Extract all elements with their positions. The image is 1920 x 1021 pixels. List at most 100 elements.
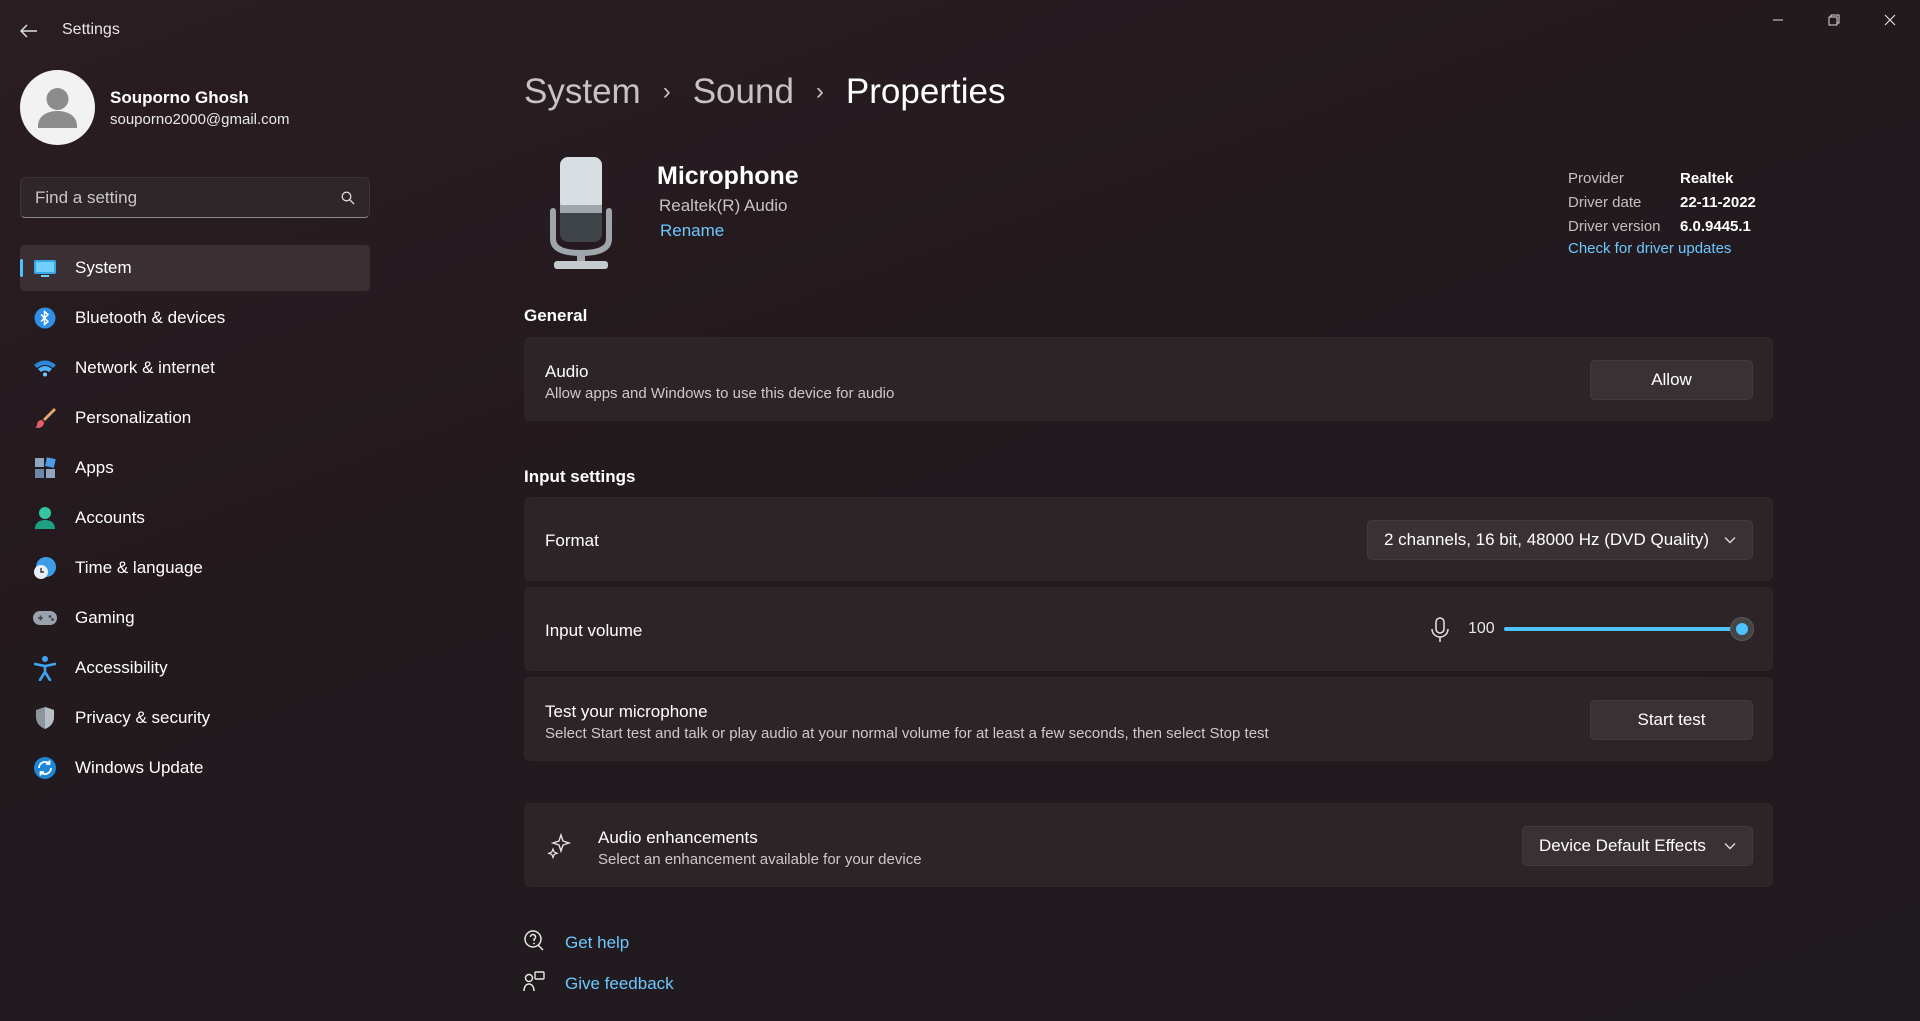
microphone-device-icon	[540, 153, 622, 271]
avatar[interactable]	[20, 70, 95, 145]
close-icon	[1884, 14, 1896, 26]
sidebar-item-windows-update[interactable]: Windows Update	[20, 745, 370, 791]
sparkle-icon	[547, 832, 573, 864]
input-volume-slider-track[interactable]	[1504, 627, 1742, 631]
input-volume-slider-thumb[interactable]	[1730, 617, 1754, 641]
format-card: Format 2 channels, 16 bit, 48000 Hz (DVD…	[524, 497, 1773, 581]
accounts-icon	[32, 505, 58, 531]
audio-description: Allow apps and Windows to use this devic…	[545, 385, 895, 402]
section-title-input-settings: Input settings	[524, 467, 636, 486]
sidebar-item-accessibility[interactable]: Accessibility	[20, 645, 370, 691]
accessibility-icon	[32, 655, 58, 681]
info-key: Driver date	[1568, 193, 1642, 211]
sidebar-item-privacy-security[interactable]: Privacy & security	[20, 695, 370, 741]
input-volume-value: 100	[1468, 620, 1495, 637]
rename-link[interactable]: Rename	[660, 221, 724, 241]
device-name: Microphone	[657, 162, 799, 190]
sidebar-item-label: Gaming	[75, 608, 135, 627]
breadcrumb: System › Sound › Properties	[524, 72, 1005, 112]
back-arrow-icon	[20, 24, 37, 38]
sidebar-item-apps[interactable]: Apps	[20, 445, 370, 491]
give-feedback-link[interactable]: Give feedback	[565, 974, 674, 994]
audio-enhancements-title: Audio enhancements	[598, 828, 758, 847]
format-label: Format	[545, 531, 599, 550]
sidebar-item-system[interactable]: System	[20, 245, 370, 291]
info-value: 22-11-2022	[1680, 193, 1756, 211]
breadcrumb-separator: ›	[815, 78, 824, 105]
sidebar-item-bluetooth[interactable]: Bluetooth & devices	[20, 295, 370, 341]
gamepad-icon	[32, 605, 58, 631]
get-help-icon	[523, 929, 545, 956]
apps-icon	[32, 455, 58, 481]
brush-icon	[32, 405, 58, 431]
chevron-down-icon	[1724, 537, 1736, 544]
format-value: 2 channels, 16 bit, 48000 Hz (DVD Qualit…	[1384, 530, 1710, 549]
bluetooth-icon	[32, 305, 58, 331]
info-row-provider: Provider Realtek	[1568, 166, 1756, 190]
search-box[interactable]	[20, 177, 370, 218]
start-test-button[interactable]: Start test	[1590, 700, 1753, 740]
input-volume-label: Input volume	[545, 621, 643, 640]
search-icon[interactable]	[341, 191, 355, 205]
info-key: Provider	[1568, 169, 1624, 187]
sidebar-item-label: System	[75, 258, 132, 277]
search-input[interactable]	[35, 187, 341, 208]
sidebar-item-accounts[interactable]: Accounts	[20, 495, 370, 541]
sidebar-item-label: Accessibility	[75, 658, 168, 677]
sidebar-item-personalization[interactable]: Personalization	[20, 395, 370, 441]
sidebar-item-label: Windows Update	[75, 758, 204, 777]
info-key: Driver version	[1568, 217, 1661, 235]
chevron-down-icon	[1724, 843, 1736, 850]
format-dropdown[interactable]: 2 channels, 16 bit, 48000 Hz (DVD Qualit…	[1367, 520, 1753, 560]
microphone-icon[interactable]	[1430, 617, 1450, 648]
sidebar-item-label: Personalization	[75, 408, 192, 427]
audio-card: Audio Allow apps and Windows to use this…	[524, 337, 1773, 421]
app-title: Settings	[62, 21, 120, 38]
breadcrumb-sound[interactable]: Sound	[693, 72, 794, 112]
section-title-general: General	[524, 306, 588, 325]
sidebar-item-label: Time & language	[75, 558, 203, 577]
back-button[interactable]	[14, 16, 44, 46]
breadcrumb-separator: ›	[662, 78, 671, 105]
audio-enhancements-card: Audio enhancements Select an enhancement…	[524, 803, 1773, 887]
sidebar-item-label: Privacy & security	[75, 708, 211, 727]
sidebar-item-gaming[interactable]: Gaming	[20, 595, 370, 641]
sidebar-item-time-language[interactable]: Time & language	[20, 545, 370, 591]
test-microphone-card: Test your microphone Select Start test a…	[524, 677, 1773, 761]
feedback-icon	[523, 971, 545, 998]
shield-icon	[32, 705, 58, 731]
audio-enhancements-description: Select an enhancement available for your…	[598, 851, 922, 868]
sidebar-item-network[interactable]: Network & internet	[20, 345, 370, 391]
user-avatar-icon	[38, 88, 77, 128]
audio-title: Audio	[545, 362, 589, 381]
restore-button[interactable]	[1806, 0, 1862, 40]
device-subtitle: Realtek(R) Audio	[659, 196, 788, 215]
audio-enhancements-value: Device Default Effects	[1539, 836, 1706, 855]
wifi-icon	[32, 355, 58, 381]
info-row-driver-date: Driver date 22-11-2022	[1568, 190, 1756, 214]
system-icon	[32, 255, 58, 281]
info-value: Realtek	[1680, 169, 1734, 187]
page-title: Properties	[845, 72, 1006, 111]
sidebar-item-label: Apps	[75, 458, 114, 477]
user-name: Souporno Ghosh	[110, 88, 249, 107]
sidebar-item-label: Network & internet	[75, 358, 215, 377]
minimize-icon	[1773, 19, 1783, 21]
restore-icon	[1828, 14, 1840, 26]
audio-enhancements-dropdown[interactable]: Device Default Effects	[1522, 826, 1753, 866]
sidebar-item-label: Bluetooth & devices	[75, 308, 226, 327]
check-driver-updates-link[interactable]: Check for driver updates	[1568, 240, 1731, 257]
user-email: souporno2000@gmail.com	[110, 111, 290, 128]
info-row-driver-version: Driver version 6.0.9445.1	[1568, 214, 1756, 238]
test-microphone-title: Test your microphone	[545, 702, 708, 721]
close-button[interactable]	[1862, 0, 1918, 40]
info-value: 6.0.9445.1	[1680, 217, 1751, 235]
minimize-button[interactable]	[1750, 0, 1806, 40]
allow-button[interactable]: Allow	[1590, 360, 1753, 400]
get-help-link[interactable]: Get help	[565, 933, 629, 953]
test-microphone-description: Select Start test and talk or play audio…	[545, 725, 1269, 742]
breadcrumb-system[interactable]: System	[524, 72, 641, 112]
driver-info: Provider Realtek Driver date 22-11-2022 …	[1568, 166, 1756, 238]
sidebar-item-label: Accounts	[75, 508, 145, 527]
update-icon	[32, 755, 58, 781]
